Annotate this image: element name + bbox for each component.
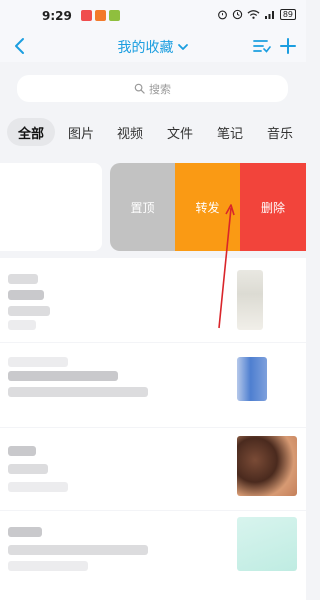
tab-images[interactable]: 图片 — [63, 118, 99, 146]
blurred-text — [8, 545, 148, 555]
battery-indicator: 89 — [279, 9, 296, 20]
list-item[interactable] — [0, 343, 306, 427]
app-notification-icon — [109, 10, 120, 21]
list-item[interactable] — [0, 428, 306, 510]
blurred-text — [8, 371, 118, 381]
chevron-down-icon — [177, 42, 189, 52]
wifi-icon — [247, 10, 260, 19]
status-bar: 9:29 89 — [0, 0, 306, 32]
tab-all[interactable]: 全部 — [7, 118, 55, 146]
status-time: 9:29 — [42, 9, 72, 23]
item-thumbnail — [237, 436, 297, 496]
top-app-bar: 我的收藏 — [0, 32, 306, 62]
alarm-icon — [217, 10, 227, 20]
page-title: 我的收藏 — [117, 40, 174, 56]
tab-videos[interactable]: 视频 — [112, 118, 148, 146]
blurred-text — [8, 387, 148, 397]
list-item[interactable] — [0, 511, 306, 600]
blurred-text — [8, 320, 36, 330]
app-notification-icon — [95, 10, 106, 21]
status-notification-icons — [81, 10, 120, 21]
blurred-text — [8, 482, 68, 492]
pin-button[interactable]: 置顶 — [110, 163, 175, 251]
tab-music[interactable]: 音乐 — [262, 118, 298, 146]
search-placeholder: 搜索 — [149, 82, 171, 96]
plus-icon — [280, 38, 296, 54]
tab-notes[interactable]: 笔记 — [212, 118, 248, 146]
blurred-text — [8, 306, 50, 316]
status-indicators: 89 — [217, 9, 296, 20]
blurred-text — [8, 561, 88, 571]
category-tabs: 全部 图片 视频 文件 笔记 音乐 — [0, 118, 306, 148]
blurred-text — [8, 290, 44, 300]
clock-icon — [232, 9, 242, 20]
item-thumbnail — [237, 357, 267, 401]
forward-button[interactable]: 转发 — [175, 163, 240, 251]
sort-button[interactable] — [251, 35, 273, 57]
item-thumbnail — [237, 517, 297, 571]
search-input[interactable]: 搜索 — [17, 75, 288, 102]
blurred-text — [8, 274, 38, 284]
sort-list-icon — [253, 40, 271, 53]
add-button[interactable] — [277, 35, 299, 57]
signal-icon — [264, 11, 274, 19]
blurred-text — [8, 446, 36, 456]
search-icon — [134, 83, 145, 94]
blurred-text — [8, 464, 48, 474]
delete-button[interactable]: 删除 — [240, 163, 306, 251]
blurred-text — [8, 527, 42, 537]
blurred-text — [8, 357, 68, 367]
tab-files[interactable]: 文件 — [162, 118, 198, 146]
item-thumbnail — [237, 270, 263, 330]
list-item[interactable] — [0, 258, 306, 342]
app-notification-icon — [81, 10, 92, 21]
swiped-favorite-item[interactable] — [0, 163, 102, 251]
